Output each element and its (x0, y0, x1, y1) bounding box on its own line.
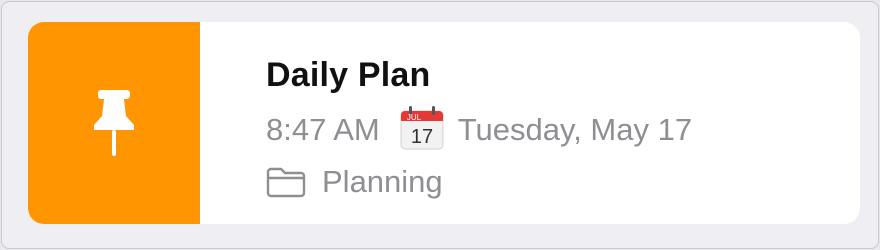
note-folder: Planning (266, 162, 443, 202)
folder-name: Planning (322, 164, 443, 199)
note-date: Tuesday, May 17 (457, 112, 693, 147)
calendar-icon: JUL 17 (400, 106, 444, 150)
pin-icon (94, 90, 134, 156)
folder-icon (266, 167, 306, 198)
note-meta: 8:47 AM JUL 17 Tuesday, May 17 (266, 106, 693, 150)
note-time: 8:47 AM (266, 112, 380, 147)
note-content: Daily Plan 8:47 AM JUL 17 Tuesday, May 1… (266, 22, 860, 224)
window-frame: Daily Plan 8:47 AM JUL 17 Tuesday, May 1… (1, 1, 879, 249)
calendar-day-label: 17 (411, 126, 433, 148)
calendar-month-label: JUL (407, 113, 422, 122)
note-title: Daily Plan (266, 56, 431, 94)
pinned-indicator (28, 22, 200, 224)
note-card[interactable]: Daily Plan 8:47 AM JUL 17 Tuesday, May 1… (28, 22, 860, 224)
